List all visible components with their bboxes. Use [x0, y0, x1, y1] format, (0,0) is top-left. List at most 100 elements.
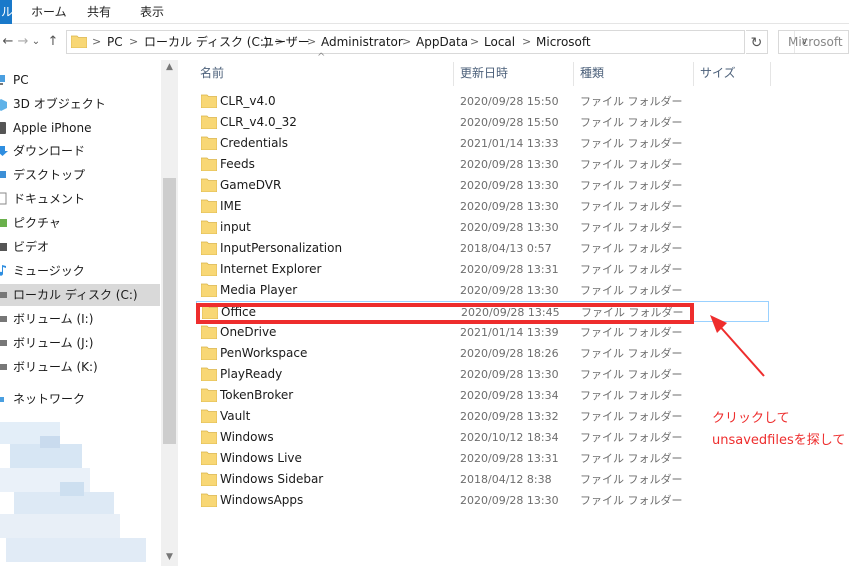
file-date: 2020/09/28 13:31: [460, 452, 559, 465]
breadcrumb-local-disk[interactable]: ローカル ディスク (C:): [144, 31, 269, 53]
nav-item-label: ボリューム (I:): [13, 312, 94, 326]
drive-icon: [0, 292, 7, 298]
file-tab[interactable]: ル: [0, 0, 12, 24]
file-type: ファイル フォルダー: [580, 221, 683, 234]
file-type: ファイル フォルダー: [580, 452, 683, 465]
nav-item-network[interactable]: ネットワーク: [0, 388, 160, 410]
tab-share[interactable]: 共有: [87, 0, 111, 24]
nav-item-label: ボリューム (J:): [13, 336, 94, 350]
file-row[interactable]: CLR_v4.0 2020/09/28 15:50 ファイル フォルダー: [196, 91, 769, 112]
blurred-network-items: [0, 422, 150, 566]
column-header-modified[interactable]: 更新日時: [460, 60, 508, 86]
breadcrumb-separator: >: [522, 35, 532, 48]
file-date: 2021/01/14 13:33: [460, 137, 559, 150]
tab-view[interactable]: 表示: [140, 0, 164, 24]
nav-item-videos[interactable]: ビデオ: [0, 236, 160, 258]
breadcrumb-administrator[interactable]: Administrator: [321, 31, 403, 53]
file-row[interactable]: Windows Sidebar 2018/04/12 8:38 ファイル フォルダー: [196, 469, 769, 490]
up-button[interactable]: ↑: [44, 28, 62, 56]
nav-item-volume-i[interactable]: ボリューム (I:): [0, 308, 160, 330]
nav-item-desktop[interactable]: デスクトップ: [0, 164, 160, 186]
breadcrumb-users[interactable]: ユーザー: [262, 31, 310, 53]
file-row[interactable]: OneDrive 2021/01/14 13:39 ファイル フォルダー: [196, 322, 769, 343]
file-row[interactable]: Credentials 2021/01/14 13:33 ファイル フォルダー: [196, 133, 769, 154]
breadcrumb-separator: >: [92, 35, 102, 48]
nav-item-apple-iphone[interactable]: Apple iPhone: [0, 117, 160, 139]
file-date: 2020/09/28 13:30: [460, 221, 559, 234]
breadcrumb-pc[interactable]: PC: [107, 31, 123, 53]
file-row[interactable]: InputPersonalization 2018/04/13 0:57 ファイル …: [196, 238, 769, 259]
file-explorer-window: ル ホーム 共有 表示 ← → ⌄ ↑ > PC > ローカル ディスク (C:…: [0, 0, 849, 566]
nav-item-volume-k[interactable]: ボリューム (K:): [0, 356, 160, 378]
search-input[interactable]: Microsoft: [778, 30, 849, 54]
file-date: 2020/09/28 13:30: [460, 368, 559, 381]
nav-item-local-disk-c[interactable]: ローカル ディスク (C:): [0, 284, 160, 306]
folder-icon: [201, 178, 217, 192]
file-row[interactable]: IME 2020/09/28 13:30 ファイル フォルダー: [196, 196, 769, 217]
column-divider[interactable]: [770, 62, 771, 86]
scrollbar-thumb[interactable]: [163, 178, 176, 444]
file-row[interactable]: Windows 2020/10/12 18:34 ファイル フォルダー: [196, 427, 769, 448]
column-divider[interactable]: [693, 62, 694, 86]
nav-item-label: ビデオ: [13, 240, 50, 254]
breadcrumb-microsoft[interactable]: Microsoft: [536, 31, 591, 53]
file-name: Vault: [220, 409, 251, 423]
scroll-down-arrow-icon[interactable]: ▼: [161, 550, 178, 564]
nav-item-pc[interactable]: PC: [0, 69, 160, 91]
nav-item-pictures[interactable]: ピクチャ: [0, 212, 160, 234]
nav-item-documents[interactable]: ドキュメント: [0, 188, 160, 210]
file-row[interactable]: WindowsApps 2020/09/28 13:30 ファイル フォルダー: [196, 490, 769, 511]
file-row[interactable]: TokenBroker 2020/09/28 13:34 ファイル フォルダー: [196, 385, 769, 406]
file-date: 2020/09/28 13:30: [460, 179, 559, 192]
folder-icon: [201, 346, 217, 360]
file-row[interactable]: input 2020/09/28 13:30 ファイル フォルダー: [196, 217, 769, 238]
recent-locations-button[interactable]: ⌄: [30, 28, 42, 56]
file-row[interactable]: Feeds 2020/09/28 13:30 ファイル フォルダー: [196, 154, 769, 175]
file-row[interactable]: Windows Live 2020/09/28 13:31 ファイル フォルダー: [196, 448, 769, 469]
breadcrumb-local[interactable]: Local: [484, 31, 515, 53]
nav-item-label: ドキュメント: [13, 192, 86, 206]
file-row[interactable]: Internet Explorer 2020/09/28 13:31 ファイル フォ…: [196, 259, 769, 280]
folder-icon: [201, 241, 217, 255]
nav-scrollbar[interactable]: ▲ ▼: [161, 60, 178, 566]
column-divider[interactable]: [573, 62, 574, 86]
file-row[interactable]: CLR_v4.0_32 2020/09/28 15:50 ファイル フォルダー: [196, 112, 769, 133]
scroll-up-arrow-icon[interactable]: ▲: [161, 60, 178, 74]
file-row[interactable]: PenWorkspace 2020/09/28 18:26 ファイル フォルダー: [196, 343, 769, 364]
breadcrumb-appdata[interactable]: AppData: [416, 31, 468, 53]
pictures-icon: [0, 219, 7, 227]
file-name: PenWorkspace: [220, 346, 308, 360]
folder-icon: [201, 94, 217, 108]
nav-item-downloads[interactable]: ダウンロード: [0, 140, 160, 162]
nav-item-label: デスクトップ: [13, 168, 86, 182]
column-header-name[interactable]: 名前: [200, 60, 224, 86]
file-row[interactable]: Vault 2020/09/28 13:32 ファイル フォルダー: [196, 406, 769, 427]
column-header-size[interactable]: サイズ: [700, 60, 736, 86]
file-type: ファイル フォルダー: [580, 410, 683, 423]
address-bar[interactable]: > PC > ローカル ディスク (C:) > ユーザー > Administr…: [66, 30, 808, 54]
nav-item-3d-objects[interactable]: 3D オブジェクト: [0, 93, 160, 115]
nav-item-label: PC: [13, 73, 29, 87]
forward-button[interactable]: →: [16, 28, 30, 56]
tab-home[interactable]: ホーム: [31, 0, 67, 24]
file-row[interactable]: GameDVR 2020/09/28 13:30 ファイル フォルダー: [196, 175, 769, 196]
column-header-type[interactable]: 種類: [580, 60, 604, 86]
refresh-button[interactable]: ↻: [746, 30, 768, 54]
file-row[interactable]: Media Player 2020/09/28 13:30 ファイル フォルダー: [196, 280, 769, 301]
file-row[interactable]: PlayReady 2020/09/28 13:30 ファイル フォルダー: [196, 364, 769, 385]
folder-icon: [201, 283, 217, 297]
column-divider[interactable]: [453, 62, 454, 86]
nav-item-music[interactable]: ミュージック: [0, 260, 160, 282]
folder-icon: [201, 325, 217, 339]
pc-icon: [0, 75, 5, 85]
file-name: Internet Explorer: [220, 262, 322, 276]
folder-icon: [201, 157, 217, 171]
file-date: 2020/09/28 13:30: [460, 494, 559, 507]
file-type: ファイル フォルダー: [580, 494, 683, 507]
file-date: 2018/04/12 8:38: [460, 473, 552, 486]
videos-icon: [0, 243, 7, 251]
back-button[interactable]: ←: [0, 28, 16, 56]
file-date: 2020/09/28 13:30: [460, 158, 559, 171]
nav-item-volume-j[interactable]: ボリューム (J:): [0, 332, 160, 354]
nav-item-label: ミュージック: [13, 264, 85, 278]
